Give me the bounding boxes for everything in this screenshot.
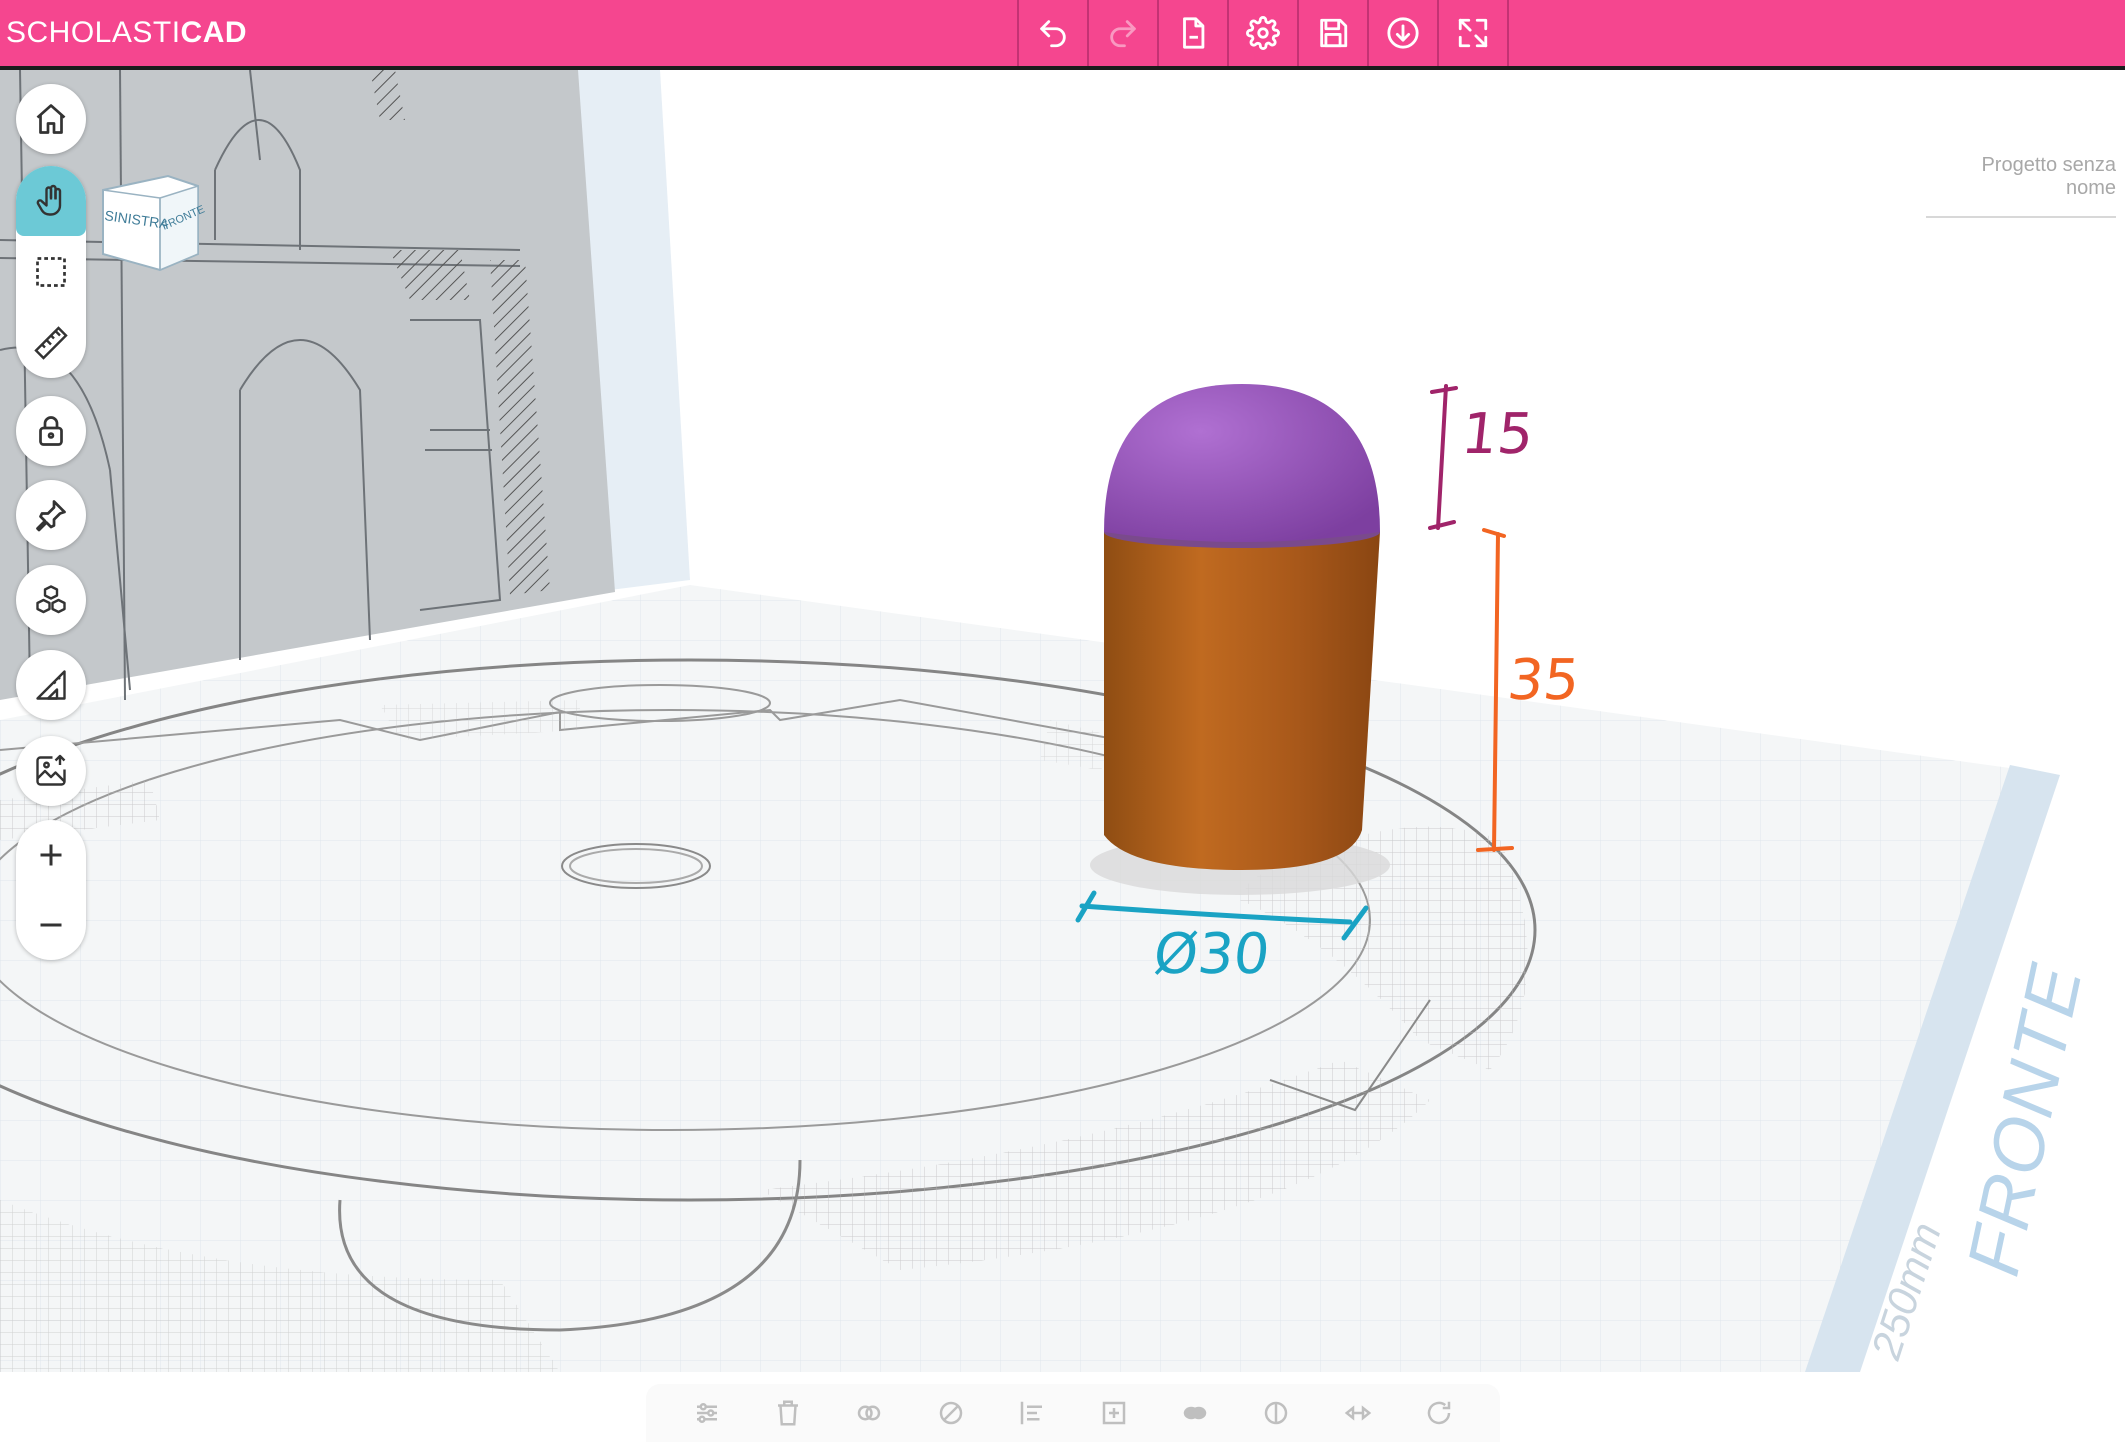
zoom-controls [16, 820, 86, 960]
measure-button[interactable] [16, 650, 86, 720]
center-icon[interactable] [1099, 1398, 1129, 1428]
set-square-icon [36, 670, 66, 700]
dome-height-mark [1428, 384, 1458, 530]
group-icon[interactable] [1180, 1398, 1210, 1428]
home-icon [36, 104, 66, 134]
dome-height-label: 15 [1458, 402, 1537, 467]
pin-icon [36, 500, 66, 532]
lock-button[interactable] [16, 396, 86, 466]
home-button[interactable] [16, 84, 86, 154]
image-upload-icon [36, 754, 66, 786]
cylinder-height-label: 35 [1504, 648, 1583, 713]
ungroup-icon[interactable] [1261, 1398, 1291, 1428]
diameter-label: Ø30 [1150, 922, 1273, 987]
adjust-icon[interactable] [692, 1398, 722, 1428]
zoom-out-icon [40, 923, 62, 927]
cubes-icon [36, 585, 66, 614]
ruler-icon [34, 326, 68, 360]
mirror-icon[interactable] [1343, 1398, 1373, 1428]
pin-button[interactable] [16, 480, 86, 550]
rotate-icon[interactable] [1424, 1398, 1454, 1428]
object-toolbar [646, 1384, 1500, 1442]
import-image-button[interactable] [16, 736, 86, 806]
shapes-button[interactable] [16, 565, 86, 635]
hole-icon[interactable] [936, 1398, 966, 1428]
lock-icon [39, 416, 63, 446]
pan-tool-button[interactable] [16, 166, 86, 236]
duplicate-icon[interactable] [854, 1398, 884, 1428]
navigation-tools [16, 166, 86, 378]
hand-pan-icon [36, 184, 62, 216]
select-box-icon [36, 257, 66, 287]
zoom-in-icon [40, 844, 62, 866]
select-box-button[interactable] [16, 237, 86, 307]
trash-icon[interactable] [773, 1398, 803, 1428]
zoom-in-button[interactable] [16, 820, 86, 890]
ruler-button[interactable] [16, 308, 86, 378]
dimension-annotations [1075, 384, 1514, 941]
3d-viewport[interactable]: SINISTRA FRONTE Progetto senza nome 250m… [0, 70, 2125, 1442]
zoom-out-button[interactable] [16, 890, 86, 960]
align-icon[interactable] [1017, 1398, 1047, 1428]
